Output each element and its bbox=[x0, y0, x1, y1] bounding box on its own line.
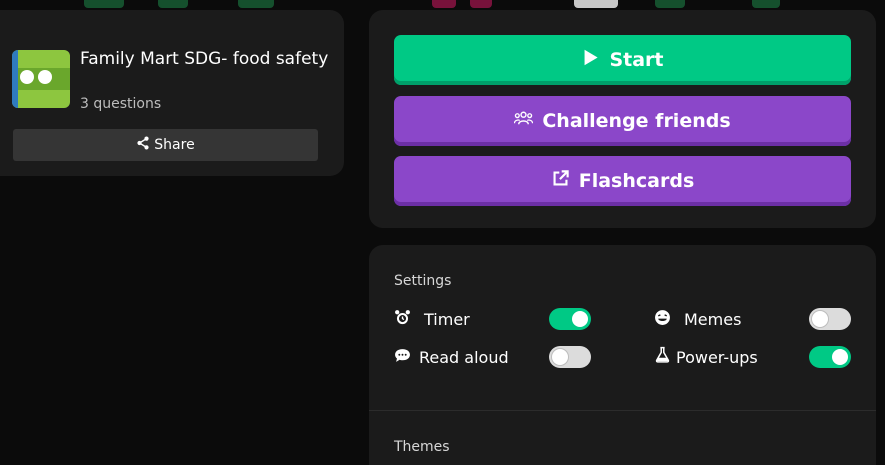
share-icon bbox=[136, 136, 150, 154]
section-divider bbox=[369, 410, 876, 411]
challenge-friends-label: Challenge friends bbox=[542, 110, 731, 132]
share-button[interactable]: Share bbox=[13, 129, 318, 161]
quiz-info-card: Family Mart SDG- food safety 3 questions… bbox=[0, 10, 344, 176]
quiz-thumbnail bbox=[12, 50, 70, 108]
settings-heading: Settings bbox=[394, 273, 452, 289]
timer-toggle[interactable] bbox=[549, 308, 591, 330]
background-decoration bbox=[470, 0, 492, 8]
play-icon bbox=[581, 48, 600, 72]
background-decoration bbox=[238, 0, 274, 8]
external-link-icon bbox=[551, 169, 570, 193]
power-ups-toggle[interactable] bbox=[809, 346, 851, 368]
start-button[interactable]: Start bbox=[394, 35, 851, 85]
speech-bubble-icon bbox=[394, 347, 411, 364]
background-decoration bbox=[158, 0, 188, 8]
start-label: Start bbox=[609, 49, 664, 71]
background-decoration bbox=[432, 0, 456, 8]
users-icon bbox=[514, 109, 534, 133]
memes-label: Memes bbox=[684, 310, 742, 329]
flask-icon bbox=[654, 346, 671, 363]
actions-card: Start Challenge friends Flashcards bbox=[369, 10, 876, 228]
quiz-title: Family Mart SDG- food safety bbox=[80, 49, 329, 69]
background-decoration bbox=[84, 0, 124, 8]
memes-toggle[interactable] bbox=[809, 308, 851, 330]
settings-card: Settings Timer Memes Read aloud Power-up… bbox=[369, 245, 876, 465]
background-decoration bbox=[752, 0, 780, 8]
flashcards-label: Flashcards bbox=[578, 170, 695, 192]
read-aloud-toggle[interactable] bbox=[549, 346, 591, 368]
challenge-friends-button[interactable]: Challenge friends bbox=[394, 96, 851, 146]
background-decoration bbox=[655, 0, 685, 8]
alarm-clock-icon bbox=[394, 309, 411, 326]
share-label: Share bbox=[154, 137, 195, 153]
flashcards-button[interactable]: Flashcards bbox=[394, 156, 851, 206]
question-count: 3 questions bbox=[80, 96, 162, 112]
background-decoration bbox=[574, 0, 618, 8]
power-ups-label: Power-ups bbox=[676, 348, 758, 367]
timer-label: Timer bbox=[424, 310, 470, 329]
read-aloud-label: Read aloud bbox=[419, 348, 509, 367]
laughing-face-icon bbox=[654, 309, 671, 326]
